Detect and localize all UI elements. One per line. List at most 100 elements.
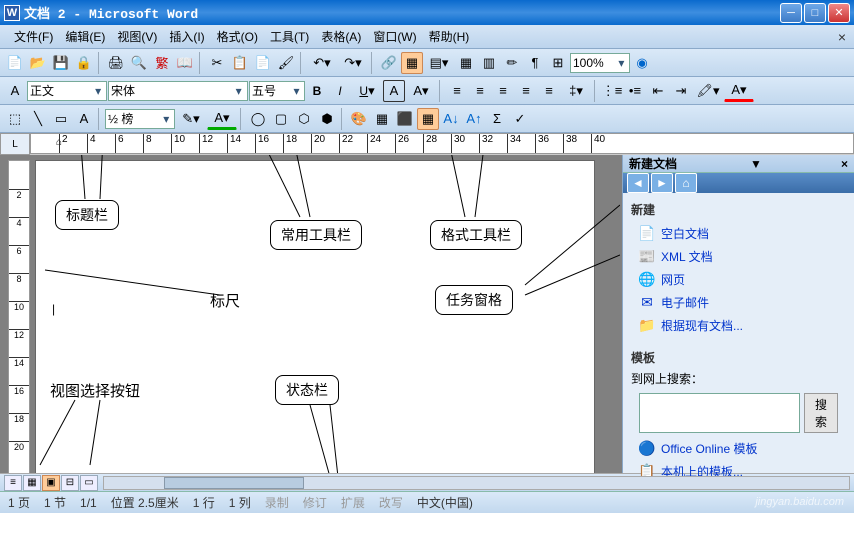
text-box-icon[interactable]: A <box>73 108 95 130</box>
link-office-online[interactable]: 🔵Office Online 模板 <box>631 437 846 460</box>
zoom-combo[interactable]: ▾ <box>570 53 630 73</box>
normal-view-button[interactable]: ≡ <box>4 475 22 491</box>
style-combo[interactable]: ▾ <box>27 81 107 101</box>
bold-icon[interactable]: B <box>306 80 328 102</box>
print-icon[interactable]: 🖨 <box>105 52 127 74</box>
nav-forward-icon[interactable]: ► <box>651 173 673 193</box>
task-pane-dropdown[interactable]: ▼ <box>750 157 762 171</box>
font-size-combo[interactable]: ▾ <box>249 81 305 101</box>
align-right-icon[interactable]: ≡ <box>492 80 514 102</box>
underline-icon[interactable]: U▾ <box>352 80 382 102</box>
font-combo[interactable]: ▾ <box>108 81 248 101</box>
status-lang[interactable]: 中文(中国) <box>417 494 473 511</box>
maximize-button[interactable]: □ <box>804 3 826 23</box>
nav-back-icon[interactable]: ◄ <box>627 173 649 193</box>
grid-icon[interactable]: ▦ <box>417 108 439 130</box>
menu-format[interactable]: 格式(O) <box>211 26 264 47</box>
rect-icon[interactable]: ▭ <box>50 108 72 130</box>
open-icon[interactable]: 📂 <box>27 52 49 74</box>
menu-insert[interactable]: 插入(I) <box>163 26 210 47</box>
horizontal-ruler[interactable]: ⌂ 246810121416182022242628303234363840 <box>30 133 854 154</box>
scroll-thumb[interactable] <box>164 477 304 489</box>
excel-icon[interactable]: ▦ <box>455 52 477 74</box>
cut-icon[interactable]: ✂ <box>206 52 228 74</box>
preview-icon[interactable]: 🔍 <box>128 52 150 74</box>
font-size-input[interactable] <box>252 84 291 98</box>
line-spacing-icon[interactable]: ‡▾ <box>561 80 591 102</box>
shadow-icon[interactable]: ▦ <box>371 108 393 130</box>
columns-icon[interactable]: ▥ <box>478 52 500 74</box>
print-view-button[interactable]: ▣ <box>42 475 60 491</box>
shape1-icon[interactable]: ◯ <box>247 108 269 130</box>
task-pane-close[interactable]: × <box>841 157 848 171</box>
shape4-icon[interactable]: ⬢ <box>316 108 338 130</box>
format-painter-icon[interactable]: 🖌 <box>275 52 297 74</box>
indent-icon[interactable]: ⇥ <box>670 80 692 102</box>
status-rev[interactable]: 修订 <box>303 494 327 511</box>
search-input[interactable] <box>639 393 800 433</box>
nav-home-icon[interactable]: ⌂ <box>675 173 697 193</box>
status-ext[interactable]: 扩展 <box>341 494 365 511</box>
permission-icon[interactable]: 🔒 <box>73 52 95 74</box>
document-page[interactable] <box>35 160 595 473</box>
undo-icon[interactable]: ↶▾ <box>307 52 337 74</box>
italic-icon[interactable]: I <box>329 80 351 102</box>
chevron-down-icon[interactable]: ▾ <box>161 112 172 126</box>
ruler-unit-combo[interactable]: ▾ <box>105 109 175 129</box>
highlight-icon[interactable]: 🖍▾ <box>693 80 723 102</box>
align-center-icon[interactable]: ≡ <box>469 80 491 102</box>
doc-close-button[interactable]: × <box>838 29 846 45</box>
tab-selector[interactable]: L <box>0 133 30 155</box>
align-left-icon[interactable]: ≡ <box>446 80 468 102</box>
align-justify-icon[interactable]: ≡ <box>515 80 537 102</box>
web-view-button[interactable]: ▦ <box>23 475 41 491</box>
fill-icon[interactable]: 🎨 <box>348 108 370 130</box>
horizontal-scrollbar[interactable] <box>103 476 850 490</box>
status-rec[interactable]: 录制 <box>265 494 289 511</box>
line-style-icon[interactable]: ✎▾ <box>176 108 206 130</box>
show-hide-icon[interactable]: ⊞ <box>547 52 569 74</box>
paste-icon[interactable]: 📄 <box>252 52 274 74</box>
reading-view-button[interactable]: ▭ <box>80 475 98 491</box>
char-border-icon[interactable]: A <box>383 80 405 102</box>
char-shading-icon[interactable]: A▾ <box>406 80 436 102</box>
hyperlink-icon[interactable]: 🔗 <box>378 52 400 74</box>
font-input[interactable] <box>111 84 232 98</box>
document-area[interactable]: 2468101214161820 标题栏 常用工具栏 格式工具栏 标尺 任务窗格… <box>0 155 622 473</box>
line-icon[interactable]: ╲ <box>27 108 49 130</box>
vertical-ruler[interactable]: 2468101214161820 <box>8 160 30 473</box>
outline-view-button[interactable]: ⊟ <box>61 475 79 491</box>
status-ovr[interactable]: 改写 <box>379 494 403 511</box>
help-icon[interactable]: ◉ <box>631 52 653 74</box>
distribute-icon[interactable]: ≡ <box>538 80 560 102</box>
shape2-icon[interactable]: ▢ <box>270 108 292 130</box>
chevron-down-icon[interactable]: ▾ <box>92 84 104 98</box>
sort-desc-icon[interactable]: A↑ <box>463 108 485 130</box>
save-icon[interactable]: 💾 <box>50 52 72 74</box>
minimize-button[interactable]: ─ <box>780 3 802 23</box>
numbering-icon[interactable]: ⋮≡ <box>601 80 623 102</box>
new-doc-icon[interactable]: 📄 <box>4 52 26 74</box>
font-color-icon[interactable]: A▾ <box>724 80 754 102</box>
link-email[interactable]: ✉电子邮件 <box>631 291 846 314</box>
redo-icon[interactable]: ↷▾ <box>338 52 368 74</box>
spellcheck-icon[interactable]: 繁 <box>151 52 173 74</box>
outdent-icon[interactable]: ⇤ <box>647 80 669 102</box>
copy-icon[interactable]: 📋 <box>229 52 251 74</box>
menu-edit[interactable]: 编辑(E) <box>59 26 111 47</box>
link-blank-doc[interactable]: 📄空白文档 <box>631 222 846 245</box>
chevron-down-icon[interactable]: ▾ <box>291 84 302 98</box>
doc-map-icon[interactable]: ¶ <box>524 52 546 74</box>
search-button[interactable]: 搜索 <box>804 393 838 433</box>
insert-table-icon[interactable]: ▤▾ <box>424 52 454 74</box>
sum-icon[interactable]: Σ <box>486 108 508 130</box>
style-input[interactable] <box>30 84 92 98</box>
shape3-icon[interactable]: ⬡ <box>293 108 315 130</box>
ruler-unit-input[interactable] <box>108 112 161 126</box>
draw-icon[interactable]: ⬚ <box>4 108 26 130</box>
link-webpage[interactable]: 🌐网页 <box>631 268 846 291</box>
line-color-icon[interactable]: A▾ <box>207 108 237 130</box>
link-existing[interactable]: 📁根据现有文档... <box>631 314 846 337</box>
chevron-down-icon[interactable]: ▾ <box>616 56 627 70</box>
menu-file[interactable]: 文件(F) <box>8 26 59 47</box>
